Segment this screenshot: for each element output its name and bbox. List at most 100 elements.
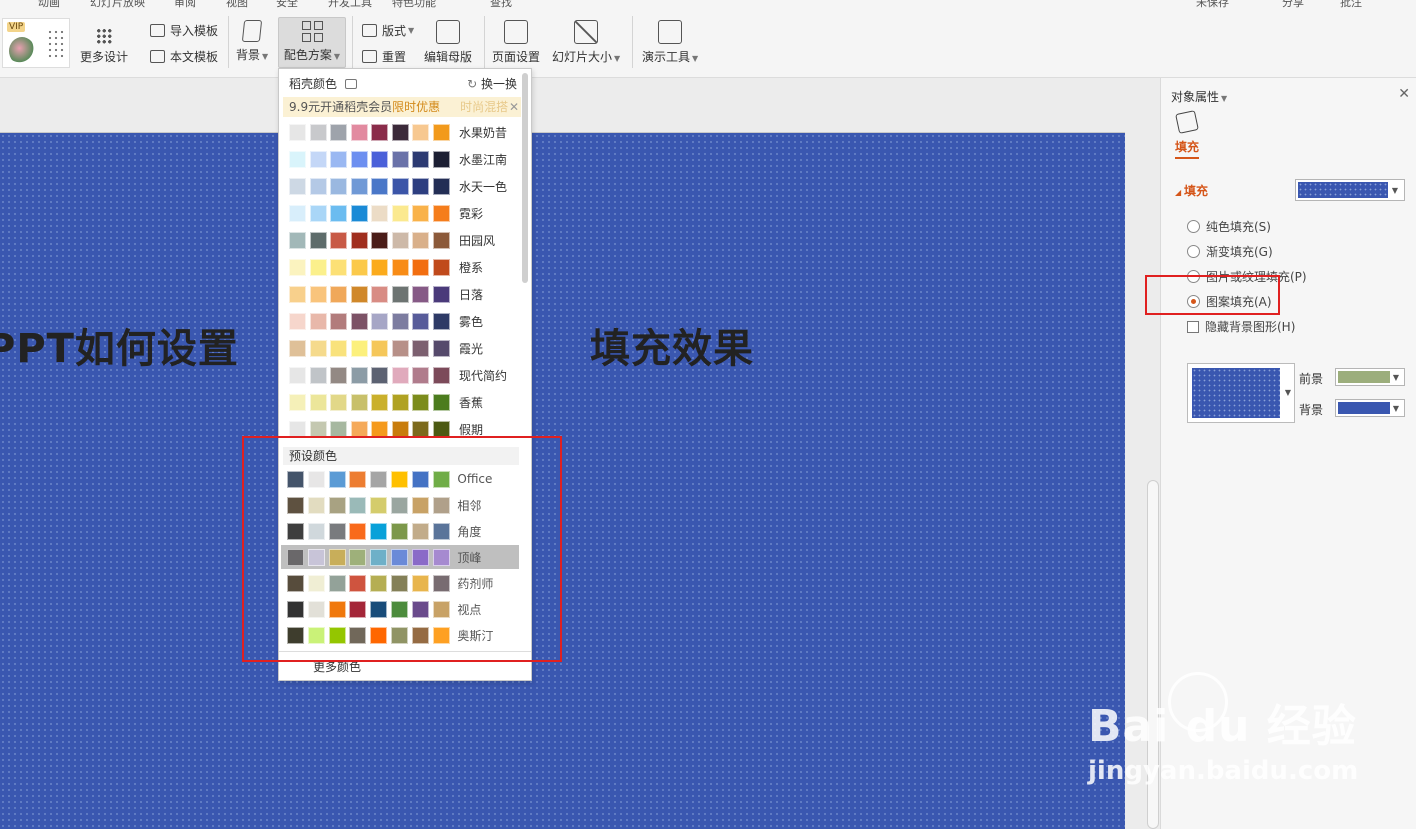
edit-master-label: 编辑母版 <box>424 50 473 64</box>
theme-row[interactable]: 日落 <box>289 285 483 303</box>
preset-row[interactable]: 相邻 <box>281 493 519 517</box>
close-icon[interactable]: ✕ <box>509 97 519 117</box>
layout-icon <box>362 24 377 37</box>
presentation-tools-button[interactable]: 演示工具 ▼ <box>642 20 698 65</box>
menu-item[interactable]: 审阅 <box>174 0 196 10</box>
theme-row[interactable]: 霞光 <box>289 339 483 357</box>
preset-row[interactable]: 视点 <box>281 597 519 621</box>
radio-button[interactable] <box>1187 295 1200 308</box>
close-icon[interactable]: ✕ <box>1398 86 1410 102</box>
promo-banner[interactable]: 9.9元开通稻壳会员限时优惠 时尚混搭 ✕ <box>283 97 521 117</box>
menu-item[interactable]: 特色功能 <box>392 0 436 10</box>
theme-row[interactable]: 霓彩 <box>289 204 483 222</box>
dropdown-scrollbar[interactable] <box>522 73 528 283</box>
more-design-button[interactable]: 更多设计 <box>80 28 128 65</box>
menu-item[interactable]: 开发工具 <box>328 0 372 10</box>
slide-canvas[interactable] <box>0 132 1125 829</box>
more-colors-button[interactable]: 更多颜色 <box>279 651 531 675</box>
color-swatch <box>330 366 347 384</box>
color-swatch <box>330 258 347 276</box>
color-swatch <box>330 123 347 141</box>
color-scheme-button[interactable]: 配色方案 ▼ <box>278 17 346 68</box>
color-swatch <box>350 231 368 249</box>
menu-item[interactable]: 视图 <box>226 0 248 10</box>
color-swatch <box>289 366 306 384</box>
color-swatch <box>432 574 450 592</box>
color-swatch <box>349 522 367 540</box>
paint-bucket-icon[interactable] <box>1175 110 1199 134</box>
theme-name: 橙系 <box>459 260 484 275</box>
refresh-button[interactable]: ↻ 换一换 <box>467 75 517 92</box>
caret-down-icon: ▼ <box>614 54 621 63</box>
foreground-color-dropdown[interactable]: ▼ <box>1335 368 1405 386</box>
more-design-label: 更多设计 <box>80 50 129 64</box>
design-thumbnail[interactable]: VIP <box>2 18 70 68</box>
color-swatch <box>371 420 388 438</box>
pattern-preview-dropdown[interactable]: ▼ <box>1187 363 1295 423</box>
layout-button[interactable]: 版式 ▼ <box>362 22 414 39</box>
theme-row[interactable]: 雾色 <box>289 312 483 330</box>
tab-fill[interactable]: 填充 <box>1175 138 1200 159</box>
theme-row[interactable]: 现代简约 <box>289 366 507 384</box>
theme-row[interactable]: 橙系 <box>289 258 483 276</box>
theme-row[interactable]: 田园风 <box>289 231 495 249</box>
edit-master-button[interactable]: 编辑母版 <box>424 20 472 65</box>
text-template-button[interactable]: 本文模板 <box>150 48 218 65</box>
color-swatch <box>287 548 304 566</box>
background-button[interactable]: 背景 ▼ <box>236 20 268 63</box>
layout-label: 版式 <box>382 24 407 38</box>
menu-item[interactable]: 批注 <box>1340 0 1362 10</box>
color-swatch <box>390 600 408 618</box>
fill-option[interactable]: 渐变填充(G) <box>1187 243 1273 260</box>
theme-row[interactable]: 香蕉 <box>289 393 483 411</box>
preset-row[interactable]: Office <box>281 467 519 491</box>
color-swatch <box>411 574 429 592</box>
ribbon-separator <box>632 16 633 68</box>
preset-name: 奥斯汀 <box>457 628 494 643</box>
color-swatch <box>370 600 388 618</box>
menu-item[interactable]: 安全 <box>276 0 298 10</box>
slide-size-button[interactable]: 幻灯片大小 ▼ <box>552 20 620 65</box>
preset-row[interactable]: 顶峰 <box>281 545 519 569</box>
comment-icon[interactable] <box>344 79 357 89</box>
ribbon-separator <box>352 16 353 68</box>
hide-background-checkbox[interactable]: 隐藏背景图形(H) <box>1187 318 1295 335</box>
fill-section-toggle[interactable]: ◢ 填充 <box>1175 182 1208 199</box>
radio-button[interactable] <box>1187 270 1200 283</box>
radio-button[interactable] <box>1187 245 1200 258</box>
menu-item[interactable]: 查找 <box>490 0 512 10</box>
theme-row[interactable]: 水果奶昔 <box>289 123 507 141</box>
theme-row[interactable]: 假期 <box>289 420 483 438</box>
fill-color-dropdown[interactable]: ▼ <box>1295 179 1405 201</box>
color-swatch <box>330 150 347 168</box>
panel-title[interactable]: 对象属性 ▼ <box>1171 88 1227 105</box>
theme-row[interactable]: 水墨江南 <box>289 150 507 168</box>
menu-item[interactable]: 未保存 <box>1196 0 1229 10</box>
fill-option[interactable]: 图案填充(A) <box>1187 293 1272 310</box>
color-swatch <box>391 204 409 222</box>
text-template-icon <box>150 50 165 63</box>
background-color-dropdown[interactable]: ▼ <box>1335 399 1405 417</box>
color-swatch <box>309 258 327 276</box>
radio-button[interactable] <box>1187 220 1200 233</box>
color-swatch <box>412 258 429 276</box>
fill-option[interactable]: 纯色填充(S) <box>1187 218 1271 235</box>
theme-row[interactable]: 水天一色 <box>289 177 507 195</box>
preset-row[interactable]: 奥斯汀 <box>281 623 519 647</box>
fill-option[interactable]: 图片或纹理填充(P) <box>1187 268 1307 285</box>
color-swatch <box>411 600 429 618</box>
menu-item[interactable]: 分享 <box>1282 0 1304 10</box>
color-swatch <box>371 123 388 141</box>
color-swatch <box>432 177 450 195</box>
menu-item[interactable]: 幻灯片放映 <box>90 0 145 10</box>
preset-row[interactable]: 药剂师 <box>281 571 519 595</box>
import-template-button[interactable]: 导入模板 <box>150 22 218 39</box>
menu-item[interactable]: 动画 <box>38 0 60 10</box>
color-swatch <box>350 150 368 168</box>
page-setup-button[interactable]: 页面设置 <box>492 20 540 65</box>
background-icon <box>241 20 263 42</box>
checkbox[interactable] <box>1187 320 1199 333</box>
preset-row[interactable]: 角度 <box>281 519 519 543</box>
caret-down-icon: ▼ <box>333 52 341 61</box>
reset-button[interactable]: 重置 <box>362 48 406 65</box>
